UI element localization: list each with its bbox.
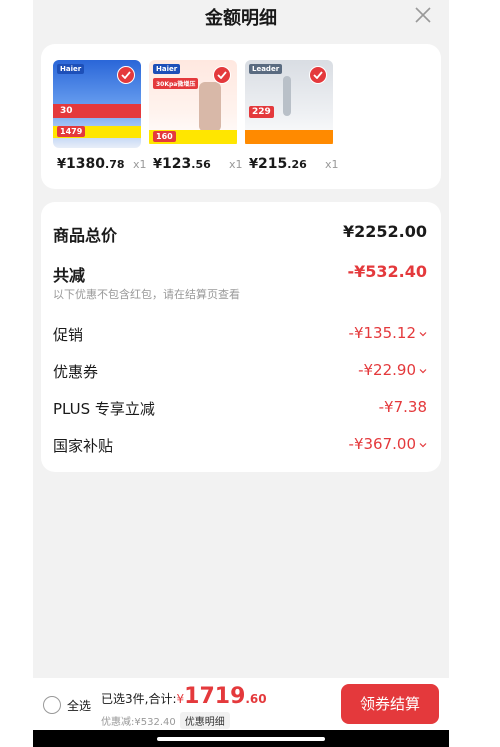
product-thumbnail[interactable]: Leader 229 <box>245 60 333 148</box>
brand-logo: Haier <box>57 64 85 74</box>
product-quantity: x1 <box>133 158 147 171</box>
total-summary: 已选3件,合计:¥1719.60 <box>101 684 267 709</box>
thumb-price: 229 <box>249 106 274 118</box>
promo-badge: 30 <box>60 106 73 116</box>
sheet-header: 金额明细 <box>33 0 449 34</box>
checkout-bar: 全选 已选3件,合计:¥1719.60 优惠减:¥532.40 优惠明细 领券结算 <box>33 678 449 730</box>
product-thumbnail[interactable]: Haier 30 1479 <box>53 60 141 148</box>
thumb-price: 160 <box>153 131 176 142</box>
home-indicator[interactable] <box>157 737 325 741</box>
chevron-down-icon[interactable] <box>419 330 427 338</box>
reduction-note: 以下优惠不包含红包，请在结算页查看 <box>53 288 240 301</box>
promo-badge: 30Kpa微增压 <box>153 78 199 89</box>
close-icon[interactable] <box>413 5 433 25</box>
product-image <box>283 76 291 116</box>
total-reduction-value: -¥532.40 <box>347 262 427 281</box>
selected-check-icon[interactable] <box>213 66 231 84</box>
product-quantity: x1 <box>229 158 243 171</box>
brand-logo: Leader <box>249 64 283 74</box>
amount-detail-sheet: 金额明细 Haier 30 1479 ¥1380.78 x1 Haier 30K… <box>33 0 449 747</box>
discount-summary: 优惠减:¥532.40 优惠明细 <box>101 712 230 729</box>
page-title: 金额明细 <box>205 8 277 29</box>
brand-logo: Haier <box>153 64 181 74</box>
product-item[interactable]: Haier 30 1479 ¥1380.78 x1 <box>53 60 147 172</box>
product-image <box>199 82 221 132</box>
product-quantity: x1 <box>325 158 339 171</box>
chevron-down-icon[interactable] <box>419 441 427 449</box>
checkout-button[interactable]: 领券结算 <box>341 684 439 724</box>
product-thumbnail[interactable]: Haier 30Kpa微增压 160 <box>149 60 237 148</box>
select-all-radio[interactable] <box>43 696 61 714</box>
product-price: ¥215.26 x1 <box>249 156 339 172</box>
product-list: Haier 30 1479 ¥1380.78 x1 Haier 30Kpa微增压 <box>41 44 441 189</box>
select-all-label[interactable]: 全选 <box>67 697 91 714</box>
goods-total-value: ¥2252.00 <box>342 222 427 241</box>
plus-value: -¥7.38 <box>378 398 427 416</box>
selected-check-icon[interactable] <box>309 66 327 84</box>
chevron-down-icon[interactable] <box>419 367 427 375</box>
product-item[interactable]: Leader 229 ¥215.26 x1 <box>245 60 339 172</box>
coupon-value: -¥22.90 <box>358 361 427 379</box>
discount-detail-button[interactable]: 优惠明细 <box>179 712 230 729</box>
product-item[interactable]: Haier 30Kpa微增压 160 ¥123.56 x1 <box>149 60 243 172</box>
promo-band <box>245 130 333 144</box>
price-breakdown: 商品总价 ¥2252.00 共减 -¥532.40 以下优惠不包含红包，请在结算… <box>41 202 441 472</box>
total-amount: 1719 <box>184 684 246 709</box>
system-navigation-bar <box>33 730 449 747</box>
thumb-price: 1479 <box>57 126 86 137</box>
promotion-value: -¥135.12 <box>349 324 427 342</box>
subsidy-value: -¥367.00 <box>349 435 427 453</box>
selected-check-icon[interactable] <box>117 66 135 84</box>
